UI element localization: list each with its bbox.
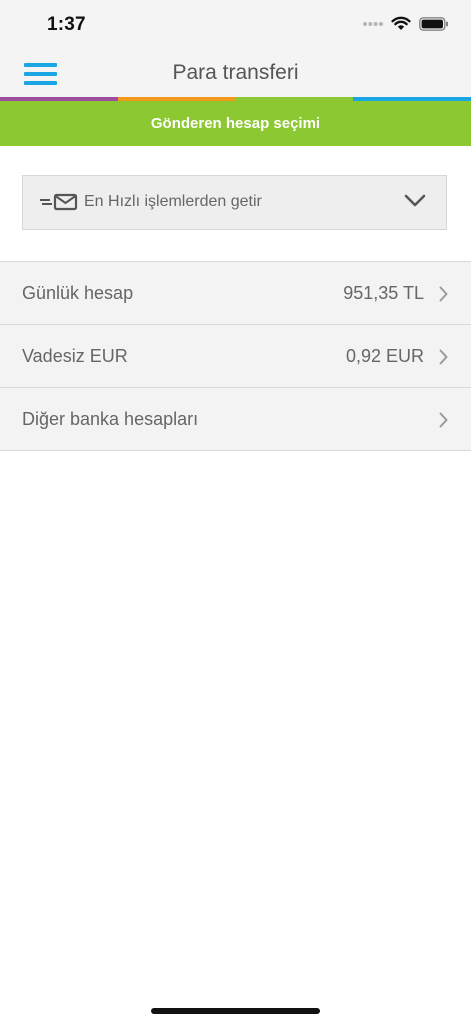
- page-title: Para transferi: [172, 61, 299, 84]
- quick-transactions-dropdown[interactable]: En Hızlı işlemlerden getir: [22, 175, 447, 230]
- dropdown-label: En Hızlı işlemlerden getir: [84, 193, 262, 210]
- nav-bar: Para transferi: [0, 50, 471, 97]
- account-row-vadesiz-eur[interactable]: Vadesiz EUR 0,92 EUR: [0, 325, 471, 388]
- signal-icon: [363, 21, 383, 26]
- battery-icon: [419, 16, 448, 31]
- chevron-right-icon: [439, 286, 448, 302]
- account-name: Günlük hesap: [22, 283, 134, 303]
- account-list: Günlük hesap 951,35 TL Vadesiz EUR 0,92 …: [0, 261, 471, 451]
- status-bar: 1:37: [0, 0, 471, 50]
- quick-transfer-envelope-icon: [40, 193, 78, 211]
- wifi-icon: [391, 16, 411, 30]
- chevron-right-icon: [439, 349, 448, 365]
- chevron-right-icon: [439, 412, 448, 428]
- status-time: 1:37: [47, 14, 86, 35]
- chevron-down-icon: [404, 194, 426, 207]
- account-name: Vadesiz EUR: [22, 346, 128, 366]
- account-name: Diğer banka hesapları: [22, 409, 199, 429]
- account-balance: 951,35 TL: [343, 283, 424, 303]
- screen: 1:37 Para transferi Gönderen hesap seçim…: [0, 0, 471, 1024]
- account-row-other-banks[interactable]: Diğer banka hesapları: [0, 388, 471, 451]
- account-row-gunluk[interactable]: Günlük hesap 951,35 TL: [0, 262, 471, 325]
- home-indicator[interactable]: [151, 1008, 320, 1014]
- sender-account-banner: Gönderen hesap seçimi: [0, 101, 471, 146]
- account-balance: 0,92 EUR: [345, 346, 424, 366]
- status-icons: [363, 16, 449, 31]
